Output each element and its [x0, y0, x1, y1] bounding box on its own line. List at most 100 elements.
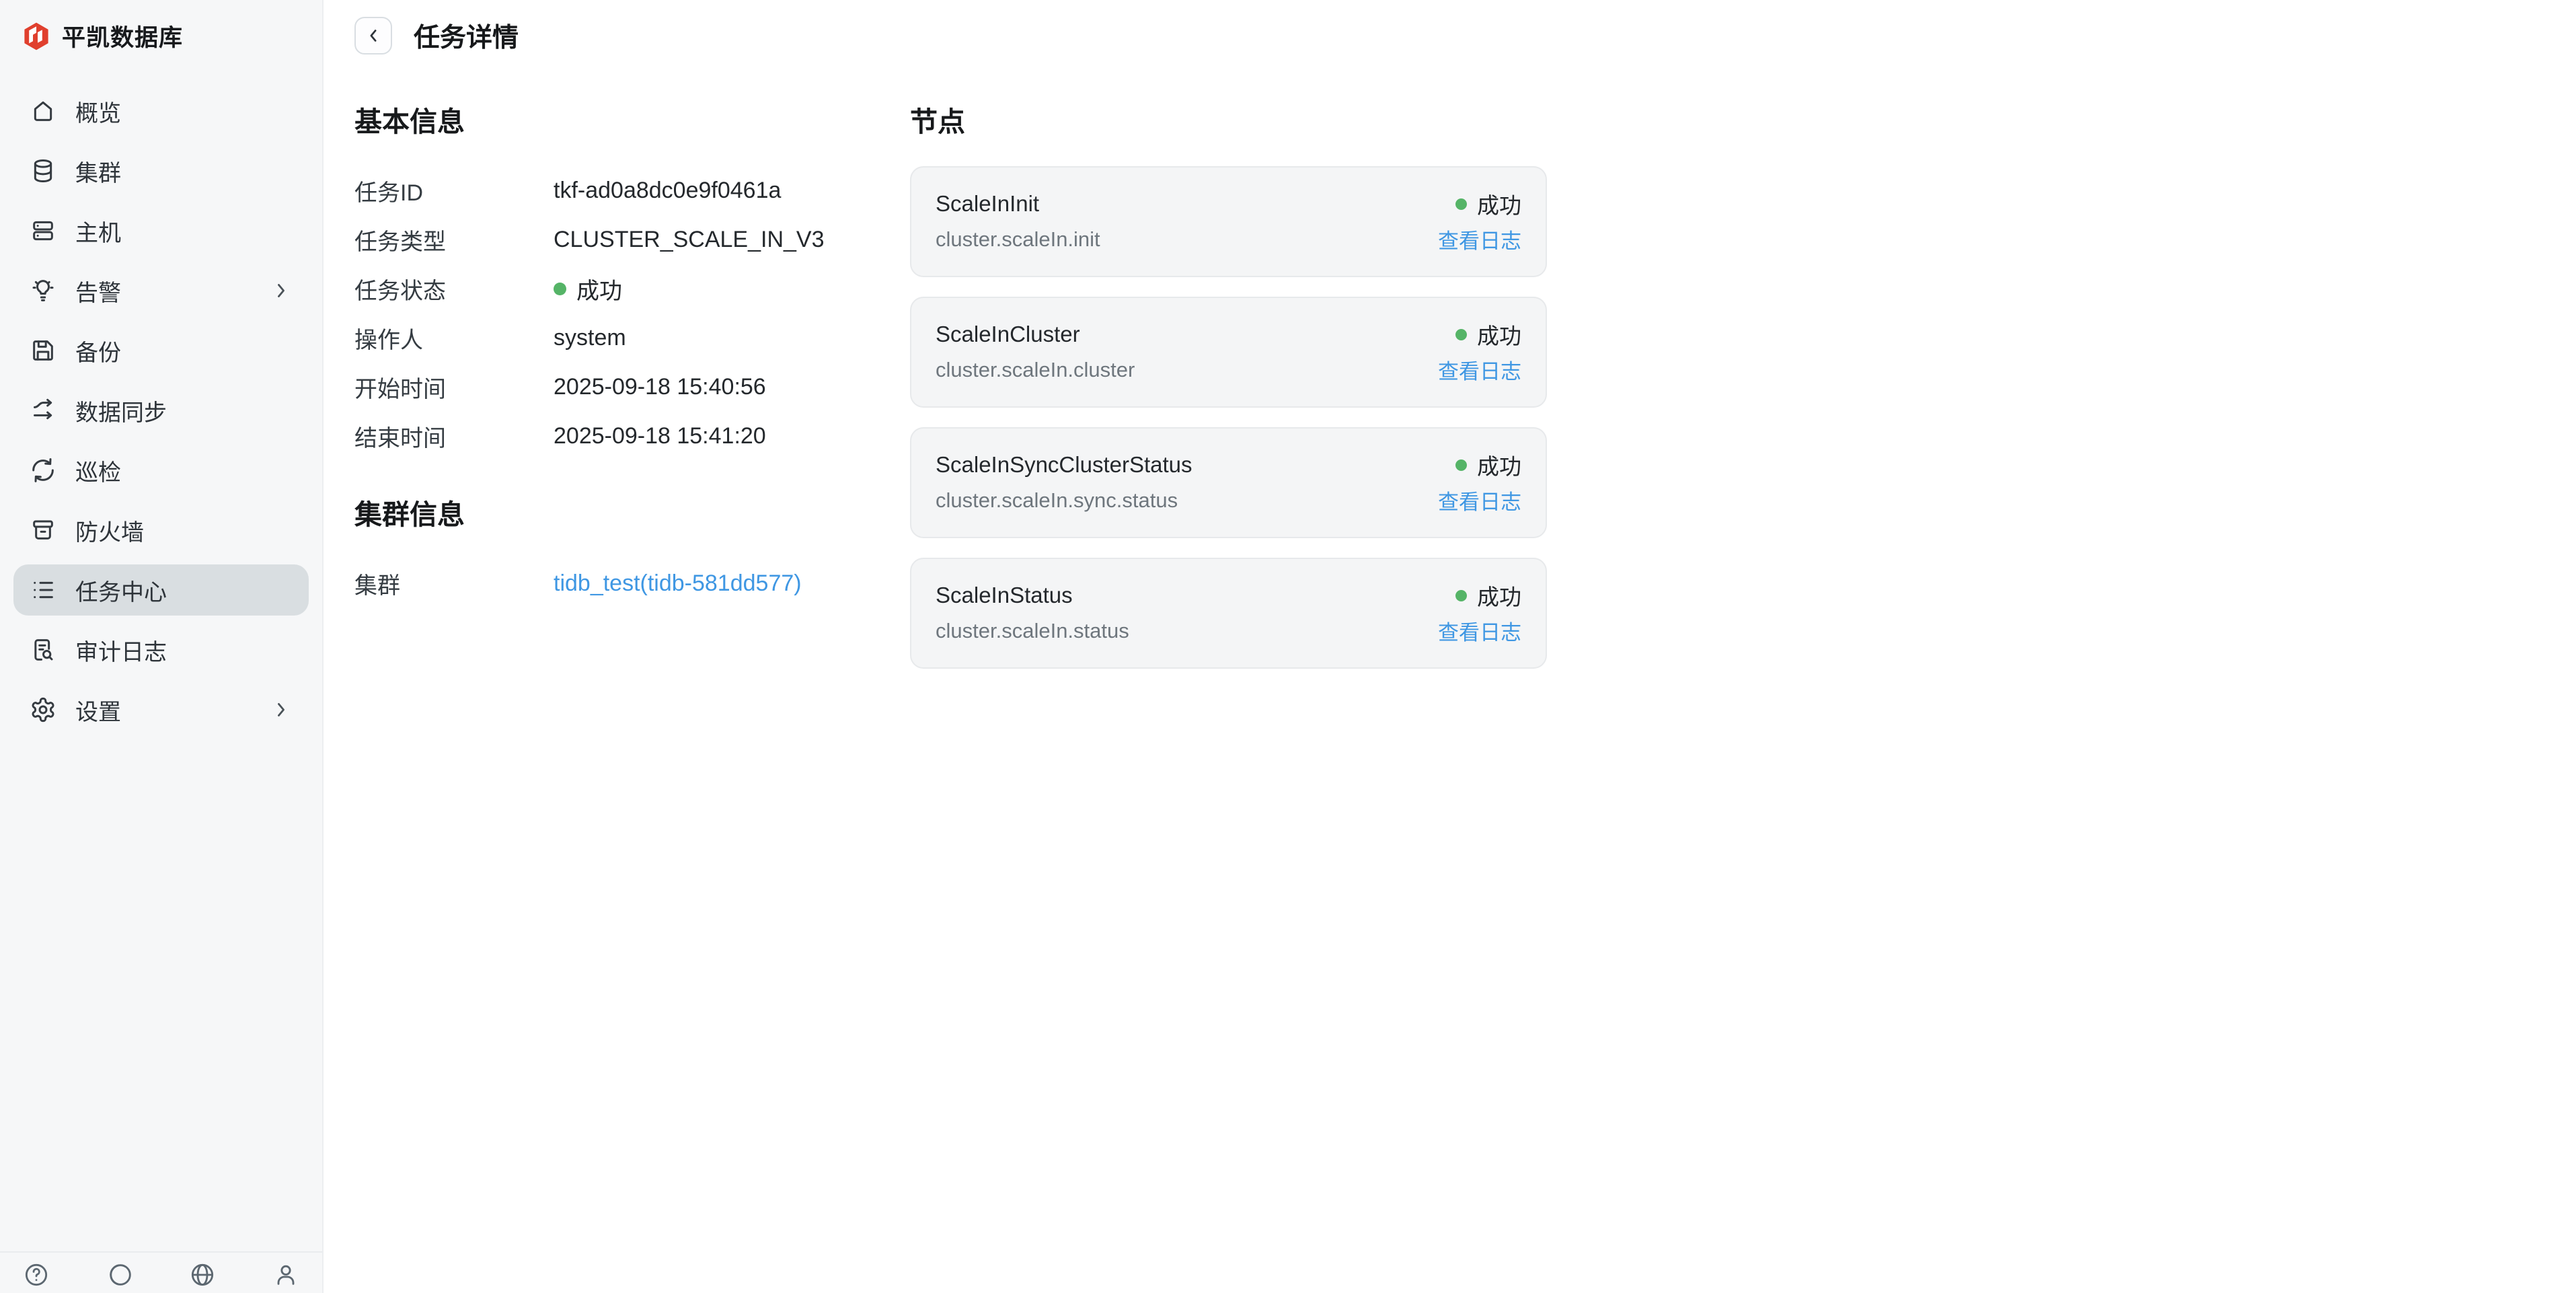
app-logo: 平凯数据库 [0, 0, 322, 53]
info-row: 任务类型 CLUSTER_SCALE_IN_V3 [354, 215, 910, 264]
node-card: ScaleInStatus 成功 cluster.scaleIn.status … [910, 558, 1547, 669]
app-title: 平凯数据库 [62, 25, 184, 51]
sidebar-item-audit-logs[interactable]: 审计日志 [13, 624, 309, 675]
back-button[interactable] [354, 17, 392, 54]
sidebar-item-hosts[interactable]: 主机 [13, 205, 309, 256]
nodes-heading: 节点 [910, 106, 965, 137]
sidebar-item-label: 数据同步 [75, 400, 167, 426]
info-row: 集群 tidb_test(tidb-581dd577) [354, 559, 910, 608]
sidebar-menu: 概览集群主机告警备份数据同步巡检防火墙任务中心审计日志设置 [0, 85, 322, 1251]
chevron-right-icon [270, 279, 293, 302]
node-task-path: cluster.scaleIn.status [936, 618, 1129, 642]
sidebar-item-label: 主机 [75, 220, 121, 246]
node-name: ScaleInInit [936, 191, 1040, 216]
sidebar-item-overview[interactable]: 概览 [13, 85, 309, 137]
bulb-icon [30, 277, 56, 304]
info-row: 任务状态 成功 [354, 264, 910, 313]
node-task-path: cluster.scaleIn.cluster [936, 357, 1135, 381]
node-card-bottom-row: cluster.scaleIn.sync.status 查看日志 [936, 485, 1521, 515]
node-card: ScaleInSyncClusterStatus 成功 cluster.scal… [910, 427, 1547, 538]
node-status: 成功 [1455, 579, 1521, 612]
sidebar-item-firewall[interactable]: 防火墙 [13, 505, 309, 556]
help-icon[interactable] [23, 1261, 50, 1288]
node-card-bottom-row: cluster.scaleIn.init 查看日志 [936, 224, 1521, 254]
sidebar-footer [0, 1251, 322, 1293]
moon-icon[interactable] [106, 1261, 133, 1288]
node-status: 成功 [1455, 449, 1521, 481]
chevron-right-icon [270, 698, 293, 721]
gear-icon [30, 696, 56, 723]
sidebar-item-label: 防火墙 [75, 519, 144, 546]
left-column: 基本信息 任务ID tkf-ad0a8dc0e9f0461a 任务类型 CLUSTER… [354, 99, 910, 669]
cluster-info-section: 集群信息 集群 tidb_test(tidb-581dd577) [354, 492, 910, 608]
sidebar-item-task-center[interactable]: 任务中心 [13, 564, 309, 616]
view-log-link[interactable]: 查看日志 [1438, 485, 1521, 515]
info-value: 2025-09-18 15:40:56 [554, 374, 766, 400]
archive-icon [30, 517, 56, 544]
node-card-top-row: ScaleInCluster 成功 [936, 318, 1521, 350]
info-label: 任务状态 [354, 279, 446, 304]
sidebar-item-label: 告警 [75, 280, 121, 306]
info-value: 2025-09-18 15:41:20 [554, 423, 766, 449]
sidebar-item-label: 任务中心 [75, 579, 167, 605]
status-value: 成功 [554, 272, 622, 305]
node-card: ScaleInInit 成功 cluster.scaleIn.init 查看日志 [910, 166, 1547, 277]
node-task-path: cluster.scaleIn.init [936, 227, 1100, 251]
page-header: 任务详情 [354, 17, 2576, 54]
info-label: 操作人 [354, 328, 423, 353]
status-dot-icon [1455, 459, 1467, 471]
server-icon [30, 217, 56, 244]
user-icon[interactable] [272, 1261, 299, 1288]
sidebar: 平凯数据库 概览集群主机告警备份数据同步巡检防火墙任务中心审计日志设置 [0, 0, 324, 1293]
sidebar-item-label: 审计日志 [75, 639, 167, 665]
info-value: CLUSTER_SCALE_IN_V3 [554, 227, 825, 252]
node-name: ScaleInStatus [936, 583, 1073, 607]
status-dot-icon [1455, 589, 1467, 601]
home-icon [30, 98, 56, 124]
basic-info-rows: 任务ID tkf-ad0a8dc0e9f0461a 任务类型 CLUSTER_SCAL… [354, 166, 910, 461]
info-row: 开始时间 2025-09-18 15:40:56 [354, 363, 910, 412]
node-cards: ScaleInInit 成功 cluster.scaleIn.init 查看日志… [910, 166, 1547, 669]
content-columns: 基本信息 任务ID tkf-ad0a8dc0e9f0461a 任务类型 CLUSTER… [354, 99, 2576, 669]
node-name: ScaleInCluster [936, 322, 1080, 346]
node-name: ScaleInSyncClusterStatus [936, 452, 1192, 477]
right-column: 节点 ScaleInInit 成功 cluster.scaleIn.init 查… [910, 99, 1547, 669]
sidebar-item-label: 备份 [75, 340, 121, 366]
node-card-top-row: ScaleInInit 成功 [936, 188, 1521, 220]
view-log-link[interactable]: 查看日志 [1438, 616, 1521, 646]
node-card-top-row: ScaleInStatus 成功 [936, 579, 1521, 612]
cluster-info-rows: 集群 tidb_test(tidb-581dd577) [354, 559, 910, 608]
sidebar-item-backup[interactable]: 备份 [13, 325, 309, 376]
main-content: 任务详情 基本信息 任务ID tkf-ad0a8dc0e9f0461a 任务类型 CL… [325, 0, 2576, 1293]
sidebar-item-alerts[interactable]: 告警 [13, 265, 309, 316]
page-title: 任务详情 [414, 24, 519, 52]
node-card-bottom-row: cluster.scaleIn.status 查看日志 [936, 616, 1521, 646]
info-label: 集群 [354, 573, 400, 599]
sidebar-item-label: 集群 [75, 160, 121, 186]
sidebar-item-settings[interactable]: 设置 [13, 684, 309, 735]
basic-info-heading: 基本信息 [354, 106, 465, 137]
sidebar-item-data-sync[interactable]: 数据同步 [13, 385, 309, 436]
node-status: 成功 [1455, 318, 1521, 350]
info-row: 操作人 system [354, 313, 910, 363]
sidebar-item-clusters[interactable]: 集群 [13, 145, 309, 196]
info-label: 结束时间 [354, 426, 446, 451]
sidebar-item-label: 设置 [75, 699, 121, 725]
recycle-icon [30, 457, 56, 484]
node-card-bottom-row: cluster.scaleIn.cluster 查看日志 [936, 355, 1521, 385]
view-log-link[interactable]: 查看日志 [1438, 224, 1521, 254]
globe-icon[interactable] [189, 1261, 216, 1288]
sidebar-item-label: 概览 [75, 100, 121, 126]
cluster-link[interactable]: tidb_test(tidb-581dd577) [554, 570, 802, 597]
node-card: ScaleInCluster 成功 cluster.scaleIn.cluste… [910, 297, 1547, 408]
node-status: 成功 [1455, 188, 1521, 220]
sidebar-item-inspection[interactable]: 巡检 [13, 445, 309, 496]
database-icon [30, 157, 56, 184]
status-dot-icon [554, 283, 566, 295]
status-dot-icon [1455, 198, 1467, 210]
sync-icon [30, 397, 56, 424]
info-row: 结束时间 2025-09-18 15:41:20 [354, 412, 910, 461]
cluster-info-heading: 集群信息 [354, 499, 465, 530]
view-log-link[interactable]: 查看日志 [1438, 355, 1521, 385]
info-label: 任务ID [354, 180, 423, 206]
